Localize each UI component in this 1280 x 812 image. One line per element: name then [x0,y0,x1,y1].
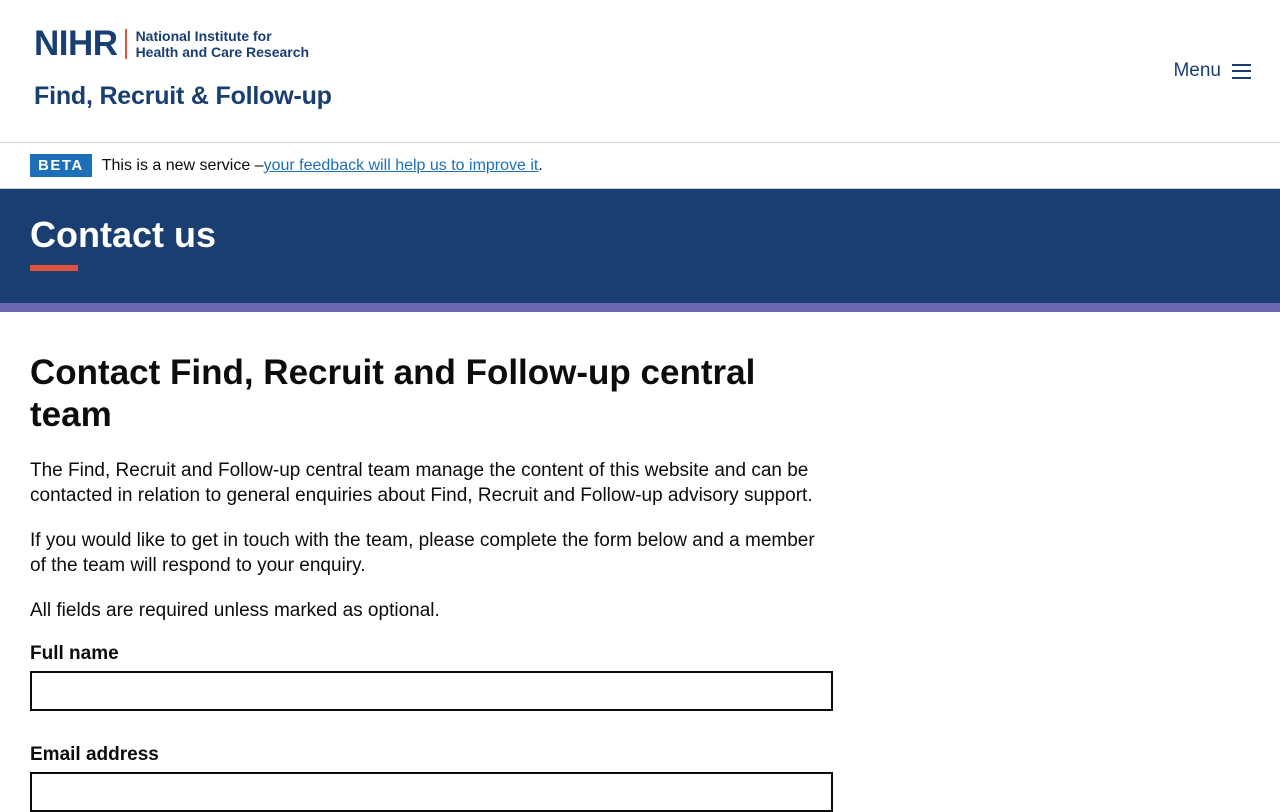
site-header: NIHR National Institute for Health and C… [0,0,1280,143]
logo-mark: NIHR [34,24,118,63]
logo-divider [124,29,127,59]
menu-label: Menu [1173,60,1221,81]
required-fields-note: All fields are required unless marked as… [30,600,440,621]
full-name-label: Full name [30,643,119,664]
logo-text-line1: National Institute for [135,28,272,44]
main-content: Contact Find, Recruit and Follow-up cent… [0,312,865,812]
menu-button[interactable]: Menu [1173,60,1251,82]
section-heading: Contact Find, Recruit and Follow-up cent… [30,353,756,434]
email-address-input[interactable] [32,774,831,810]
logo-text: National Institute for Health and Care R… [136,28,310,60]
service-name-link[interactable]: Find, Recruit & Follow-up [34,82,332,111]
instructions-paragraph: If you would like to get in touch with t… [30,530,815,576]
hamburger-icon [1232,63,1251,79]
intro-paragraph: The Find, Recruit and Follow-up central … [30,460,813,506]
beta-suffix: . [538,156,543,174]
email-address-field[interactable] [30,772,833,812]
nihr-logo[interactable]: NIHR National Institute for Health and C… [34,26,309,62]
page-title: Contact us [30,214,217,255]
feedback-link[interactable]: your feedback will help us to improve it [264,157,539,175]
beta-text: This is a new service – [101,156,264,174]
title-accent-bar [30,265,78,271]
full-name-input[interactable] [32,673,831,709]
page-hero: Contact us [0,189,1280,312]
full-name-field[interactable] [30,671,833,711]
beta-banner: BETA This is a new service – your feedba… [0,143,1280,189]
beta-tag: BETA [30,154,92,177]
email-address-label: Email address [30,744,159,765]
logo-text-line2: Health and Care Research [135,44,310,60]
